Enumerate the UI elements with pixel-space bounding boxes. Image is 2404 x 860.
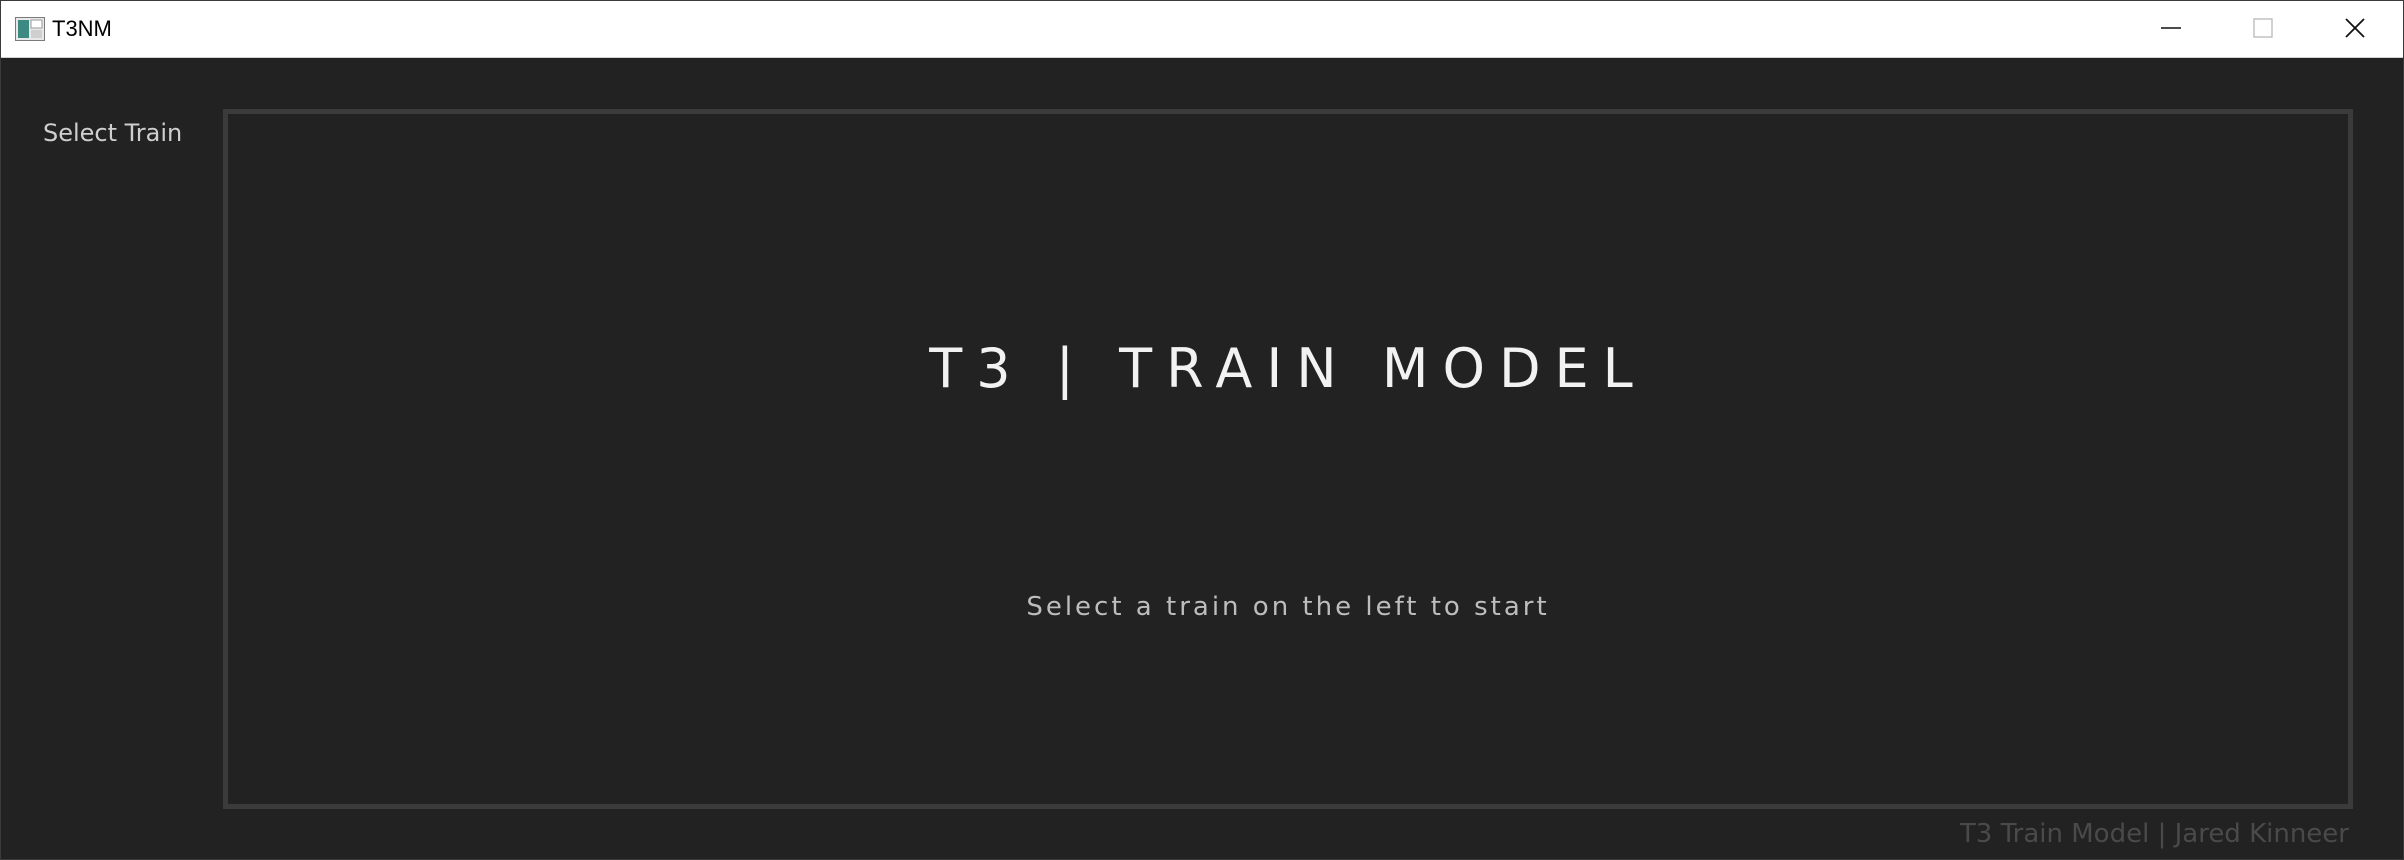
minimize-icon <box>2160 17 2182 43</box>
minimize-button[interactable] <box>2125 1 2217 58</box>
sidebar-title: Select Train <box>43 119 183 147</box>
close-icon <box>2344 17 2366 43</box>
page-title: T3 | TRAIN MODEL <box>929 337 1647 400</box>
app-icon <box>15 17 45 41</box>
footer-credit: T3 Train Model | Jared Kinneer <box>1959 819 2349 849</box>
close-button[interactable] <box>2309 1 2401 58</box>
app-window: T3NM Select Train T3 | TRAIN MODEL Selec… <box>0 0 2404 860</box>
window-title: T3NM <box>52 16 112 41</box>
maximize-button[interactable] <box>2217 1 2309 58</box>
instruction-text: Select a train on the left to start <box>1026 592 1550 622</box>
main-panel: T3 | TRAIN MODEL Select a train on the l… <box>223 109 2353 809</box>
maximize-icon <box>2252 17 2274 43</box>
title-bar[interactable]: T3NM <box>1 1 2403 58</box>
